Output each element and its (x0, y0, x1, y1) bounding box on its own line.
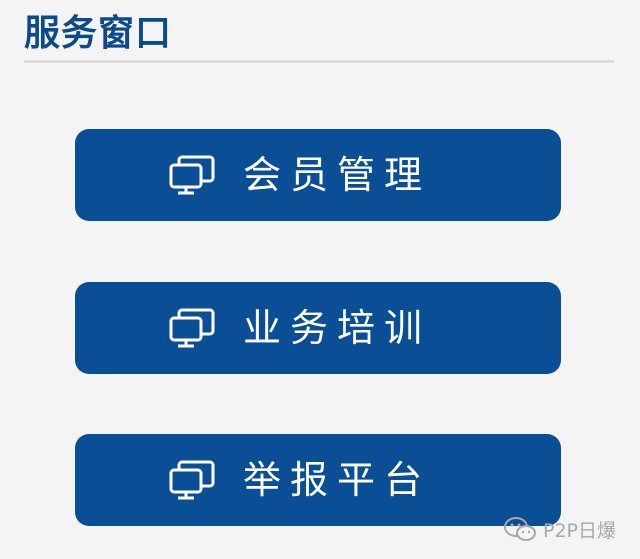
page-title: 服务窗口 (24, 13, 173, 54)
button-label: 会员管理 (243, 153, 432, 197)
button-label: 业务培训 (243, 306, 432, 350)
watermark: P2P日爆 (503, 515, 616, 543)
monitor-icon (169, 460, 215, 500)
monitor-icon (169, 155, 215, 195)
button-label: 举报平台 (243, 458, 432, 502)
header: 服务窗口 (24, 8, 614, 63)
business-training-button[interactable]: 业务培训 (75, 282, 561, 374)
report-platform-button[interactable]: 举报平台 (75, 434, 561, 526)
wechat-icon (504, 517, 536, 541)
monitor-icon (169, 308, 215, 348)
watermark-text: P2P日爆 (543, 519, 617, 542)
member-management-button[interactable]: 会员管理 (75, 129, 561, 221)
